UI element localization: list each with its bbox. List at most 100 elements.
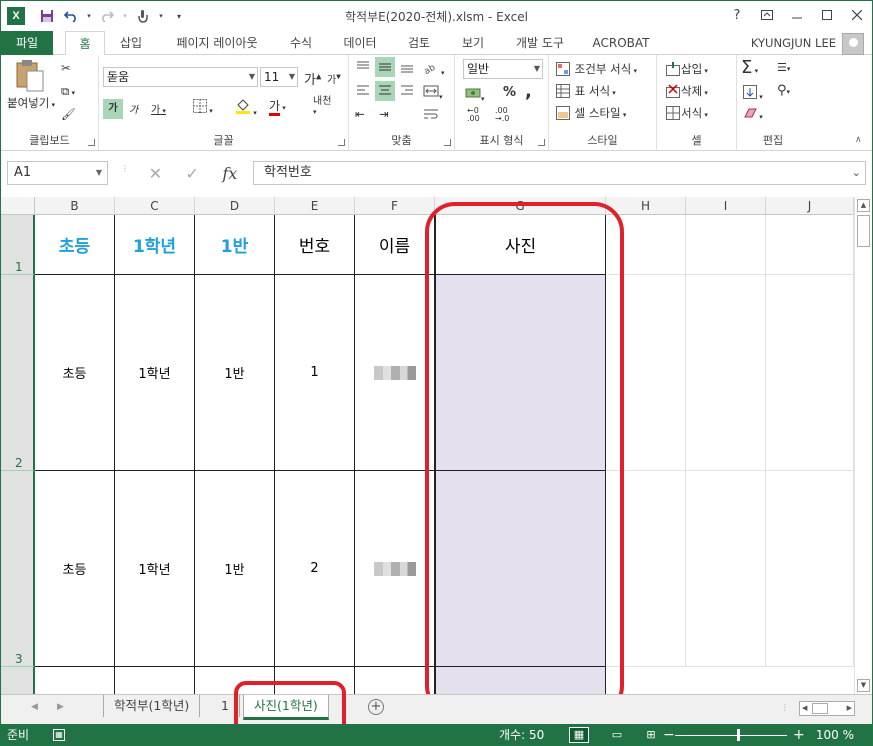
shrink-font-button[interactable]: 가▼ <box>327 71 341 86</box>
page-layout-view-icon[interactable]: ▭ <box>607 727 627 743</box>
decrease-decimal-icon[interactable]: .00 →.0 <box>495 107 509 123</box>
grow-font-button[interactable]: 가▲ <box>304 69 321 88</box>
phonetic-guide-button[interactable]: 내천 ▾ <box>313 97 331 117</box>
row-header-4[interactable] <box>1 667 35 694</box>
align-center-icon[interactable] <box>375 81 395 101</box>
sheet-tab-gradebook[interactable]: 학적부(1학년) <box>103 695 201 717</box>
zoom-level[interactable]: 100 % <box>816 724 854 746</box>
align-bottom-icon[interactable] <box>399 59 415 78</box>
underline-button[interactable]: 가 ▾ <box>151 101 166 116</box>
minimize-icon[interactable] <box>782 1 812 29</box>
increase-indent-icon[interactable]: ⇥ <box>379 107 389 121</box>
column-header-e[interactable]: E <box>275 197 355 215</box>
align-middle-icon[interactable] <box>375 57 395 77</box>
fill-color-icon[interactable]: ▾ <box>235 97 257 118</box>
page-break-view-icon[interactable]: ⊞ <box>641 727 661 743</box>
format-as-table-button[interactable]: 표 서식 ▾ <box>555 83 616 100</box>
collapse-ribbon-icon[interactable]: ∧ <box>855 135 862 145</box>
insert-function-icon[interactable]: fx <box>222 164 237 183</box>
accounting-format-icon[interactable]: ▾ <box>465 85 485 104</box>
column-header-i[interactable]: I <box>686 197 766 215</box>
number-launcher-icon[interactable] <box>538 139 545 146</box>
cell-e1[interactable]: 번호 <box>275 215 355 275</box>
row-header-2[interactable]: 2 <box>1 275 35 471</box>
column-header-b[interactable]: B <box>35 197 115 215</box>
maximize-icon[interactable] <box>812 1 842 29</box>
cell-c1[interactable]: 1학년 <box>115 215 195 275</box>
name-box[interactable]: A1 ▼ <box>7 161 108 185</box>
vertical-scrollbar[interactable]: ▲ ▼ <box>854 197 872 694</box>
cell-b3[interactable]: 초등 <box>35 471 115 667</box>
scroll-right-icon[interactable]: ▶ <box>847 704 852 712</box>
cancel-icon[interactable]: ✕ <box>149 164 162 183</box>
fill-icon[interactable]: ▾ <box>743 85 763 102</box>
column-header-c[interactable]: C <box>115 197 195 215</box>
tab-home[interactable]: 홈 <box>65 31 105 56</box>
normal-view-icon[interactable]: ▦ <box>569 727 589 743</box>
tab-data[interactable]: 데이터 <box>335 31 385 55</box>
row-header-3[interactable]: 3 <box>1 471 35 667</box>
wrap-text-icon[interactable] <box>423 107 439 124</box>
cell-j3[interactable] <box>766 471 854 667</box>
zoom-slider-thumb[interactable] <box>737 729 740 741</box>
cell-e2[interactable]: 1 <box>275 275 355 471</box>
cell-i3[interactable] <box>686 471 766 667</box>
spreadsheet-grid[interactable]: B C D E F G H I J 1 2 3 초등 1학년 1반 번호 이름 … <box>1 197 872 694</box>
column-header-h[interactable]: H <box>606 197 686 215</box>
tab-page-layout[interactable]: 페이지 레이아웃 <box>161 31 273 55</box>
scroll-down-icon[interactable]: ▼ <box>857 679 870 692</box>
alignment-launcher-icon[interactable] <box>444 139 451 146</box>
column-header-f[interactable]: F <box>355 197 435 215</box>
tab-developer[interactable]: 개발 도구 <box>505 31 575 55</box>
formula-input[interactable]: 학적번호 ⌄ <box>253 161 866 185</box>
scroll-thumb[interactable] <box>857 215 870 247</box>
orientation-icon[interactable]: ab ▾ <box>423 59 445 78</box>
horizontal-scrollbar[interactable]: ◀ ▶ <box>799 701 855 716</box>
clipboard-launcher-icon[interactable] <box>88 139 95 146</box>
format-painter-icon[interactable]: 🖌 <box>61 107 76 121</box>
user-name[interactable]: KYUNGJUN LEE <box>751 31 836 55</box>
paste-button[interactable] <box>9 59 49 96</box>
cell-i2[interactable] <box>686 275 766 471</box>
cell-f3[interactable] <box>355 471 435 667</box>
italic-button[interactable]: 가 <box>129 101 138 116</box>
row-header-1[interactable]: 1 <box>1 215 35 275</box>
cell-f1[interactable]: 이름 <box>355 215 435 275</box>
autosum-icon[interactable]: Σ ▾ <box>741 57 758 78</box>
cell-e3[interactable]: 2 <box>275 471 355 667</box>
add-sheet-icon[interactable]: + <box>368 699 384 715</box>
cut-icon[interactable]: ✂ <box>61 61 71 75</box>
font-launcher-icon[interactable] <box>338 139 345 146</box>
column-header-j[interactable]: J <box>766 197 854 215</box>
zoom-slider[interactable] <box>675 735 787 736</box>
avatar[interactable] <box>842 33 864 55</box>
font-color-icon[interactable]: 가 ▾ <box>269 97 286 116</box>
tab-review[interactable]: 검토 <box>397 31 441 55</box>
border-icon[interactable]: ▾ <box>193 99 213 116</box>
scroll-up-icon[interactable]: ▲ <box>857 199 870 212</box>
bold-button[interactable]: 가 <box>103 99 123 119</box>
align-left-icon[interactable] <box>355 83 371 102</box>
font-size-select[interactable]: 11 ▼ <box>260 67 298 87</box>
align-top-icon[interactable] <box>355 59 371 78</box>
tab-view[interactable]: 보기 <box>451 31 495 55</box>
cell-f4[interactable] <box>355 667 435 694</box>
cell-i1[interactable] <box>686 215 766 275</box>
increase-decimal-icon[interactable]: ←0.00 <box>467 107 480 123</box>
conditional-formatting-button[interactable]: 조건부 서식 ▾ <box>555 61 637 78</box>
next-sheet-icon[interactable]: ▶ <box>57 702 64 712</box>
number-format-select[interactable]: 일반 ▼ <box>463 59 543 79</box>
column-header-d[interactable]: D <box>195 197 275 215</box>
prev-sheet-icon[interactable]: ◀ <box>31 702 38 712</box>
tab-acrobat[interactable]: ACROBAT <box>586 31 656 55</box>
align-right-icon[interactable] <box>399 83 415 102</box>
sort-filter-icon[interactable]: ☰▾ <box>777 61 790 74</box>
cell-j1[interactable] <box>766 215 854 275</box>
ribbon-display-icon[interactable] <box>752 1 782 29</box>
enter-icon[interactable]: ✓ <box>186 164 199 183</box>
percent-style-button[interactable]: % <box>503 85 516 100</box>
paste-label[interactable]: 붙여넣기 ▾ <box>7 95 55 111</box>
comma-style-button[interactable]: , <box>525 81 532 102</box>
tab-file[interactable]: 파일 <box>1 31 53 55</box>
cell-f2[interactable] <box>355 275 435 471</box>
